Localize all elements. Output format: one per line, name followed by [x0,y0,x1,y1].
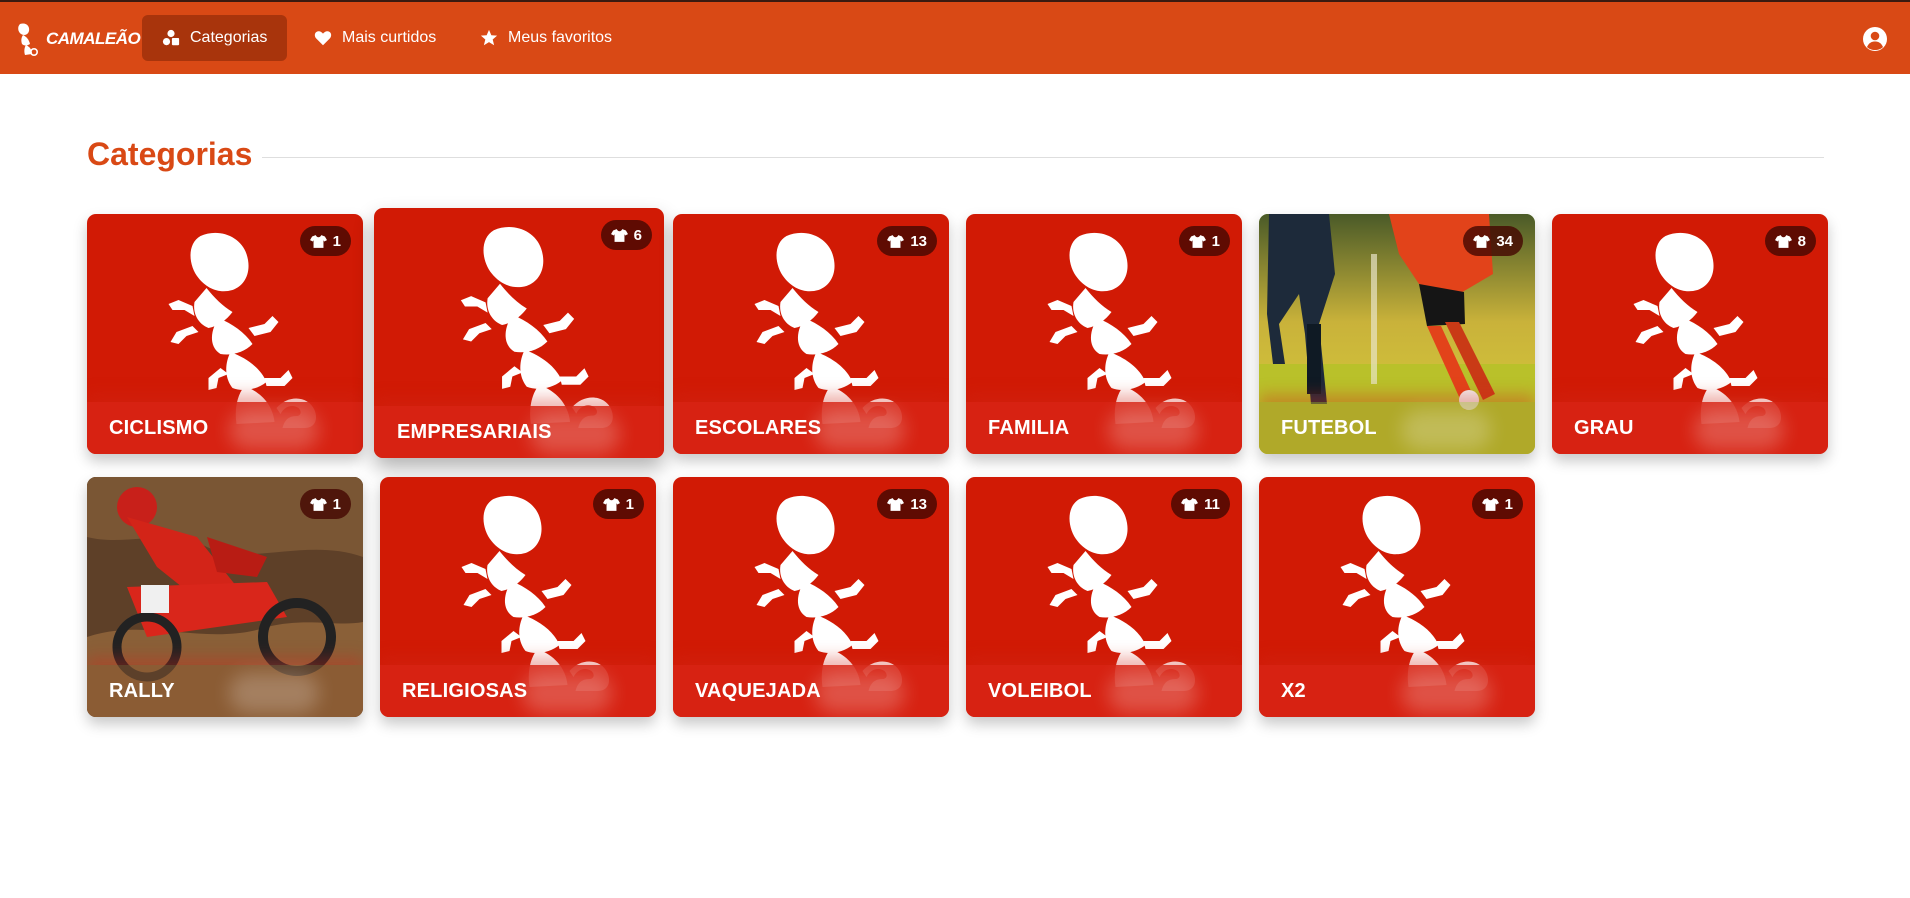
shirt-icon [603,497,620,512]
nav-meus-favoritos-label: Meus favoritos [508,29,613,46]
nav-mais-curtidos[interactable]: Mais curtidos [294,15,456,61]
top-navbar: CAMALEÃO Categorias Mais curtidos Meus f… [0,0,1910,74]
chameleon-logo-icon [18,23,38,56]
category-card-religiosas[interactable]: 1 RELIGIOSAS [380,477,656,717]
category-label: ESCOLARES [695,417,822,439]
category-card-vaquejada[interactable]: 13 VAQUEJADA [673,477,949,717]
nav-categorias[interactable]: Categorias [142,15,288,61]
page-title: Categorias [87,136,253,172]
category-label: FAMILIA [988,417,1070,439]
product-count-badge: 1 [299,489,351,519]
category-label: VOLEIBOL [988,680,1092,702]
shirt-icon [1181,497,1198,512]
product-count-badge: 6 [600,220,652,250]
category-card-rally[interactable]: 1 RALLY [87,477,363,717]
product-count: 1 [332,495,341,513]
category-label: EMPRESARIAIS [397,421,552,443]
product-count-badge: 1 [1471,489,1523,519]
category-card-ciclismo[interactable]: 1 CICLISMO [87,214,363,454]
brand-name: CAMALEÃO [46,29,141,48]
product-count: 34 [1496,232,1513,250]
product-count: 8 [1797,232,1806,250]
product-count: 1 [625,495,634,513]
shirt-icon [1189,234,1206,249]
chameleon-mascot-icon [1614,228,1784,428]
product-count: 1 [1504,495,1513,513]
category-label: FUTEBOL [1281,417,1377,439]
product-count-badge: 13 [877,226,937,256]
category-label: X2 [1281,680,1306,702]
category-card-x2[interactable]: 1 X2 [1259,477,1535,717]
product-count-badge: 1 [592,489,644,519]
category-card-escolares[interactable]: 13 ESCOLARES [673,214,949,454]
category-card-familia[interactable]: 1 FAMILIA [966,214,1242,454]
chameleon-mascot-icon [735,228,905,428]
product-count-badge: 1 [299,226,351,256]
category-label: RELIGIOSAS [402,680,528,702]
product-count-badge: 34 [1463,226,1523,256]
brand-logo[interactable]: CAMALEÃO [14,20,141,58]
chameleon-mascot-icon [149,228,319,428]
nav-categorias-label: Categorias [190,29,268,46]
product-count-badge: 8 [1764,226,1816,256]
product-count: 1 [332,232,341,250]
nav-mais-curtidos-label: Mais curtidos [342,29,437,46]
star-icon [480,29,498,46]
chameleon-mascot-icon [442,491,612,691]
title-divider [262,157,1824,158]
category-label: VAQUEJADA [695,680,821,702]
product-count: 13 [910,495,927,513]
user-circle-icon[interactable] [1862,26,1888,52]
heart-icon [314,31,332,46]
chameleon-mascot-icon [1028,228,1198,428]
shirt-icon [1482,497,1499,512]
product-count: 13 [910,232,927,250]
shapes-icon [162,29,180,46]
category-card-empresariais[interactable]: 6 EMPRESARIAIS [374,208,664,458]
nav-meus-favoritos[interactable]: Meus favoritos [460,15,632,61]
product-count: 1 [1211,232,1220,250]
chameleon-mascot-icon [1321,491,1491,691]
chameleon-mascot-icon [735,491,905,691]
product-count: 11 [1204,495,1220,513]
product-count-badge: 13 [877,489,937,519]
shirt-icon [1473,234,1490,249]
shirt-icon [310,234,327,249]
category-card-grau[interactable]: 8 GRAU [1552,214,1828,454]
category-card-voleibol[interactable]: 11 VOLEIBOL [966,477,1242,717]
category-card-futebol[interactable]: 34 FUTEBOL [1259,214,1535,454]
product-count-badge: 1 [1178,226,1230,256]
product-count-badge: 11 [1171,489,1230,519]
product-count: 6 [633,226,642,244]
shirt-icon [887,497,904,512]
category-label: RALLY [109,680,175,702]
chameleon-mascot-icon [1028,491,1198,691]
shirt-icon [611,228,628,243]
shirt-icon [1775,234,1792,249]
shirt-icon [887,234,904,249]
chameleon-mascot-icon [440,222,616,428]
shirt-icon [310,497,327,512]
category-label: CICLISMO [109,417,209,439]
category-label: GRAU [1574,417,1634,439]
